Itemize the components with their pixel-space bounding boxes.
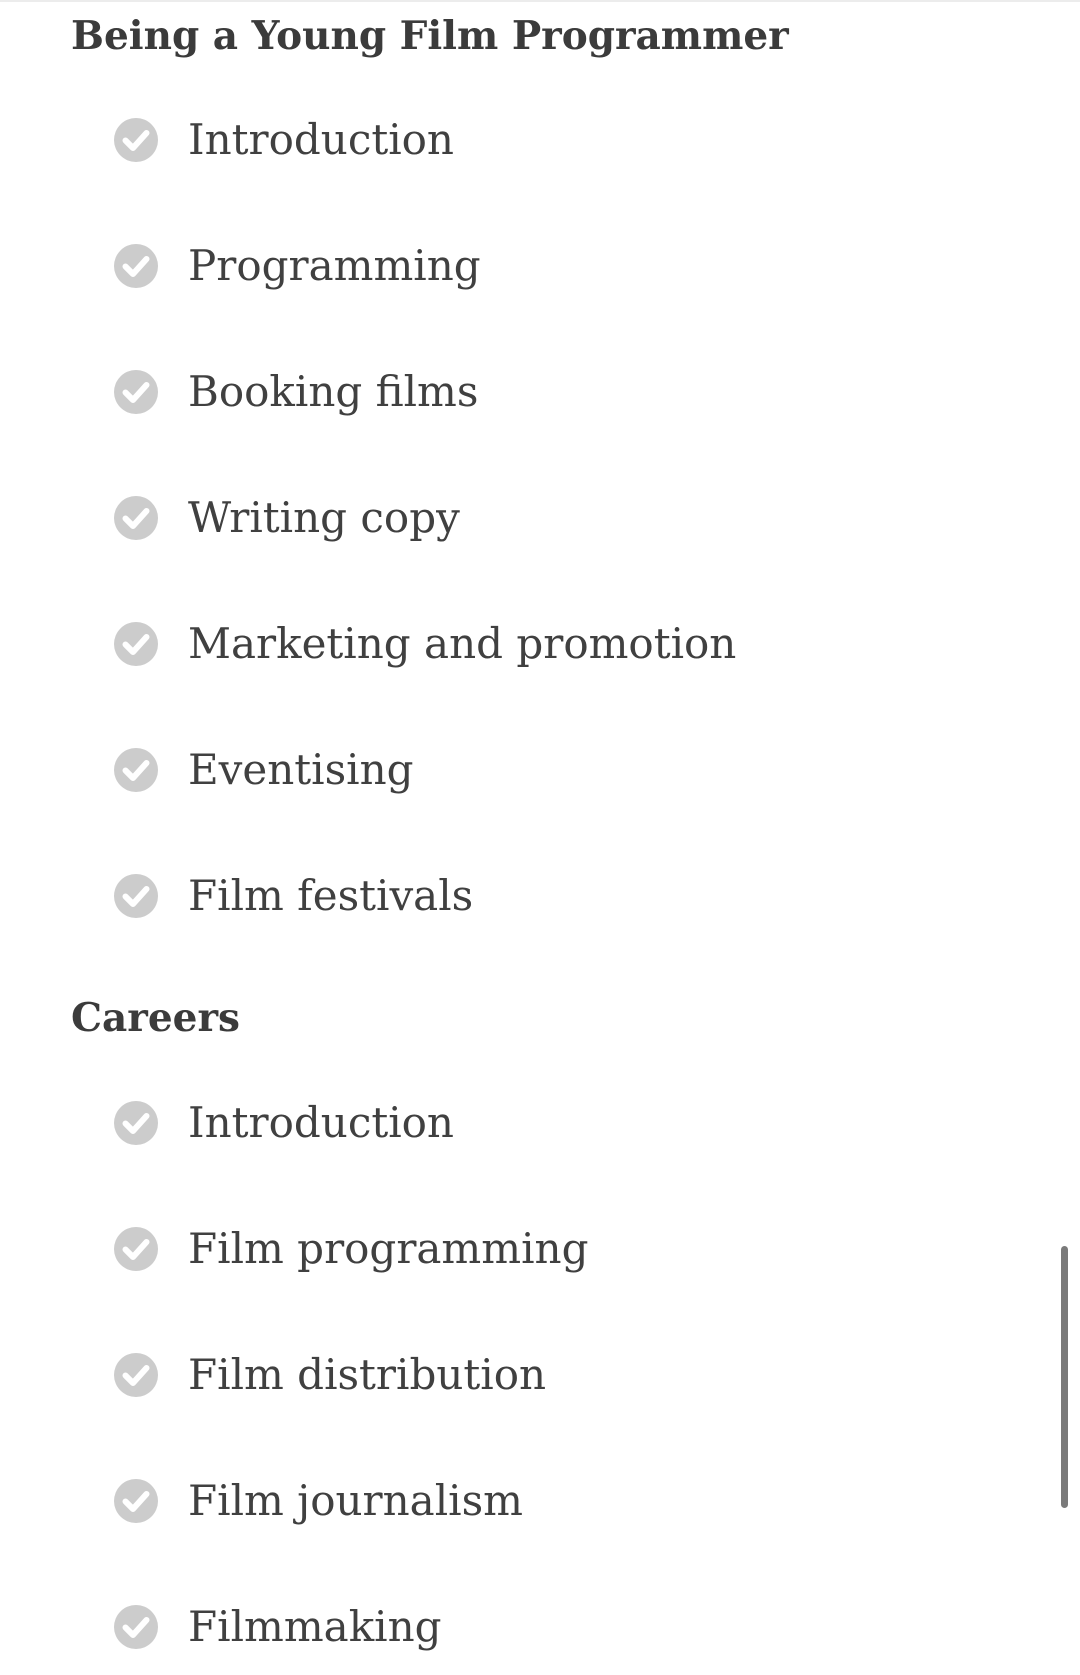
- lesson-label: Film journalism: [188, 1476, 523, 1525]
- lesson-item-film-festivals[interactable]: Film festivals: [113, 868, 473, 924]
- check-circle-icon: [113, 495, 159, 541]
- lesson-item-programming[interactable]: Programming: [113, 238, 481, 294]
- section-title-careers: Careers: [71, 995, 240, 1041]
- lesson-label: Film programming: [188, 1224, 589, 1273]
- lesson-label: Programming: [188, 241, 481, 290]
- check-circle-icon: [113, 1100, 159, 1146]
- lesson-label: Filmmaking: [188, 1602, 442, 1651]
- lesson-label: Marketing and promotion: [188, 619, 737, 668]
- check-circle-icon: [113, 1352, 159, 1398]
- lesson-item-film-journalism[interactable]: Film journalism: [113, 1473, 523, 1529]
- lesson-item-marketing-and-promotion[interactable]: Marketing and promotion: [113, 616, 736, 672]
- check-circle-icon: [113, 621, 159, 667]
- lesson-label: Introduction: [188, 115, 454, 164]
- section-title-being-a-young-film-programmer: Being a Young Film Programmer: [71, 13, 789, 59]
- lesson-label: Film festivals: [188, 871, 474, 920]
- lesson-label: Booking films: [188, 367, 479, 416]
- check-circle-icon: [113, 1478, 159, 1524]
- lesson-label: Introduction: [188, 1098, 454, 1147]
- lesson-item-eventising[interactable]: Eventising: [113, 742, 414, 798]
- lesson-label: Film distribution: [188, 1350, 547, 1399]
- lesson-item-film-programming[interactable]: Film programming: [113, 1221, 588, 1277]
- check-circle-icon: [113, 747, 159, 793]
- lesson-item-booking-films[interactable]: Booking films: [113, 364, 478, 420]
- lesson-item-filmmaking[interactable]: Filmmaking: [113, 1599, 442, 1655]
- check-circle-icon: [113, 243, 159, 289]
- lesson-label: Writing copy: [188, 493, 460, 542]
- check-circle-icon: [113, 1226, 159, 1272]
- scrollbar-thumb[interactable]: [1061, 1246, 1068, 1508]
- lesson-item-introduction[interactable]: Introduction: [113, 112, 454, 168]
- check-circle-icon: [113, 369, 159, 415]
- lesson-item-careers-introduction[interactable]: Introduction: [113, 1095, 454, 1151]
- lesson-item-writing-copy[interactable]: Writing copy: [113, 490, 460, 546]
- check-circle-icon: [113, 1604, 159, 1650]
- check-circle-icon: [113, 117, 159, 163]
- lesson-label: Eventising: [188, 745, 414, 794]
- course-outline: Being a Young Film Programmer Introducti…: [0, 0, 1080, 1675]
- check-circle-icon: [113, 873, 159, 919]
- lesson-item-film-distribution[interactable]: Film distribution: [113, 1347, 546, 1403]
